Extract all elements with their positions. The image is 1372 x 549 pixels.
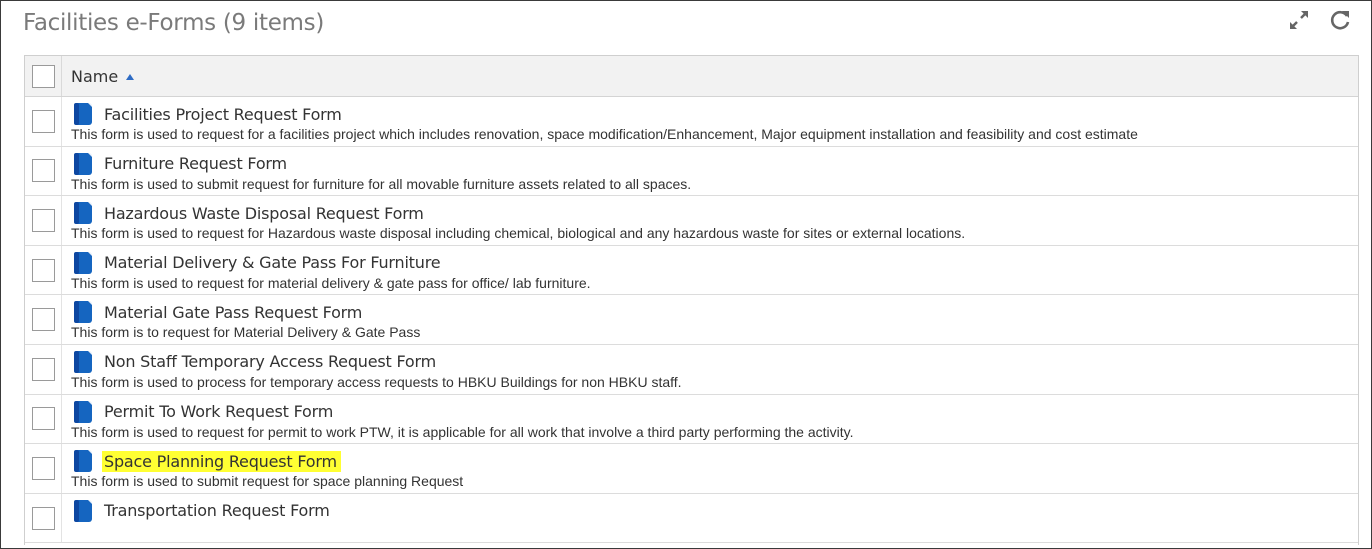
- form-description: This form is used to submit request for …: [71, 175, 692, 192]
- row-select-cell: [25, 394, 62, 444]
- form-description: This form is used to request for permit …: [71, 423, 854, 440]
- row-content: Permit To Work Request Form This form is …: [62, 395, 853, 444]
- form-name-link[interactable]: Permit To Work Request Form: [104, 402, 333, 421]
- form-name-line: Transportation Request Form: [73, 499, 330, 523]
- select-all-cell: [25, 56, 62, 96]
- form-name-link[interactable]: Non Staff Temporary Access Request Form: [104, 352, 436, 371]
- grid-rows: Facilities Project Request Form This form…: [25, 97, 1358, 544]
- row-content: Hazardous Waste Disposal Request Form Thi…: [62, 196, 965, 245]
- table-row[interactable]: Space Planning Request Form This form is …: [25, 444, 1358, 494]
- panel-title: Facilities e-Forms (9 items): [23, 10, 324, 36]
- form-description: This form is used to submit request for …: [71, 473, 464, 490]
- grid-header: Name: [25, 56, 1358, 97]
- form-name-link[interactable]: Facilities Project Request Form: [104, 105, 342, 124]
- row-content: Space Planning Request Form This form is …: [62, 444, 463, 493]
- form-description: This form is used to request for materia…: [71, 274, 591, 291]
- form-document-icon: [73, 499, 93, 523]
- form-document-icon: [73, 102, 93, 126]
- table-row[interactable]: Permit To Work Request Form This form is …: [25, 394, 1358, 445]
- panel-frame: Facilities e-Forms (9 items) Name Facili…: [0, 0, 1372, 549]
- row-content: Non Staff Temporary Access Request Form T…: [62, 345, 682, 394]
- form-document-icon: [73, 350, 93, 374]
- row-checkbox[interactable]: [31, 308, 55, 332]
- form-document-icon: [73, 400, 93, 424]
- row-content: Material Gate Pass Request Form This form…: [62, 295, 420, 344]
- row-select-cell: [25, 344, 62, 394]
- table-row[interactable]: Transportation Request Form: [25, 493, 1358, 544]
- form-document-icon: [73, 449, 93, 473]
- form-name-line: Permit To Work Request Form: [73, 400, 853, 424]
- row-checkbox[interactable]: [31, 506, 55, 530]
- row-content: Facilities Project Request Form This form…: [62, 97, 1138, 146]
- row-select-cell: [25, 245, 62, 295]
- row-checkbox[interactable]: [31, 258, 55, 282]
- table-row[interactable]: Material Gate Pass Request Form This form…: [25, 295, 1358, 345]
- table-row[interactable]: Non Staff Temporary Access Request Form T…: [25, 344, 1358, 395]
- row-checkbox[interactable]: [31, 407, 55, 431]
- row-select-cell: [25, 493, 62, 543]
- form-description: This form is used to process for tempora…: [71, 373, 682, 390]
- form-name-line: Hazardous Waste Disposal Request Form: [73, 201, 965, 225]
- form-name-line: Space Planning Request Form: [73, 449, 463, 473]
- expand-arrows-icon[interactable]: [1285, 6, 1313, 34]
- form-document-icon: [73, 152, 93, 176]
- refresh-icon[interactable]: [1326, 6, 1354, 34]
- row-checkbox[interactable]: [31, 357, 55, 381]
- row-checkbox[interactable]: [31, 159, 55, 183]
- row-select-cell: [25, 196, 62, 245]
- table-row[interactable]: Material Delivery & Gate Pass For Furnit…: [25, 245, 1358, 296]
- form-name-link[interactable]: Transportation Request Form: [104, 501, 330, 520]
- table-row[interactable]: Furniture Request Form This form is used …: [25, 146, 1358, 197]
- table-row[interactable]: Hazardous Waste Disposal Request Form Thi…: [25, 196, 1358, 246]
- row-content: Furniture Request Form This form is used …: [62, 147, 691, 196]
- form-name-link[interactable]: Material Delivery & Gate Pass For Furnit…: [104, 253, 441, 272]
- form-description: This form is used to request for a facil…: [71, 126, 1138, 142]
- form-document-icon: [73, 251, 93, 275]
- column-header-name[interactable]: Name: [62, 66, 135, 86]
- row-select-cell: [25, 146, 62, 196]
- form-name-line: Furniture Request Form: [73, 152, 691, 176]
- row-select-cell: [25, 295, 62, 344]
- form-name-line: Material Delivery & Gate Pass For Furnit…: [73, 251, 591, 275]
- row-select-cell: [25, 444, 62, 493]
- row-checkbox[interactable]: [31, 208, 55, 232]
- form-name-link[interactable]: Hazardous Waste Disposal Request Form: [104, 204, 424, 223]
- form-name-line: Facilities Project Request Form: [73, 102, 1138, 126]
- form-description: This form is used to request for Hazardo…: [71, 225, 966, 242]
- form-document-icon: [73, 300, 93, 324]
- row-content: Transportation Request Form: [62, 494, 330, 543]
- form-name-line: Non Staff Temporary Access Request Form: [73, 350, 682, 374]
- sort-ascending-icon: [126, 73, 135, 80]
- row-content: Material Delivery & Gate Pass For Furnit…: [62, 246, 591, 295]
- select-all-checkbox[interactable]: [31, 64, 55, 88]
- table-row[interactable]: Facilities Project Request Form This form…: [25, 97, 1358, 147]
- column-header-label: Name: [71, 66, 119, 86]
- row-select-cell: [25, 97, 62, 146]
- form-name-link[interactable]: Space Planning Request Form: [102, 450, 341, 472]
- form-document-icon: [73, 201, 93, 225]
- form-name-line: Material Gate Pass Request Form: [73, 300, 420, 324]
- forms-grid: Name Facilities Project Request Form This…: [24, 55, 1359, 545]
- row-checkbox[interactable]: [31, 109, 55, 133]
- form-name-link[interactable]: Material Gate Pass Request Form: [104, 303, 362, 322]
- form-name-link[interactable]: Furniture Request Form: [104, 154, 287, 173]
- form-description: This form is to request for Material Del…: [71, 324, 421, 341]
- row-checkbox[interactable]: [31, 456, 55, 480]
